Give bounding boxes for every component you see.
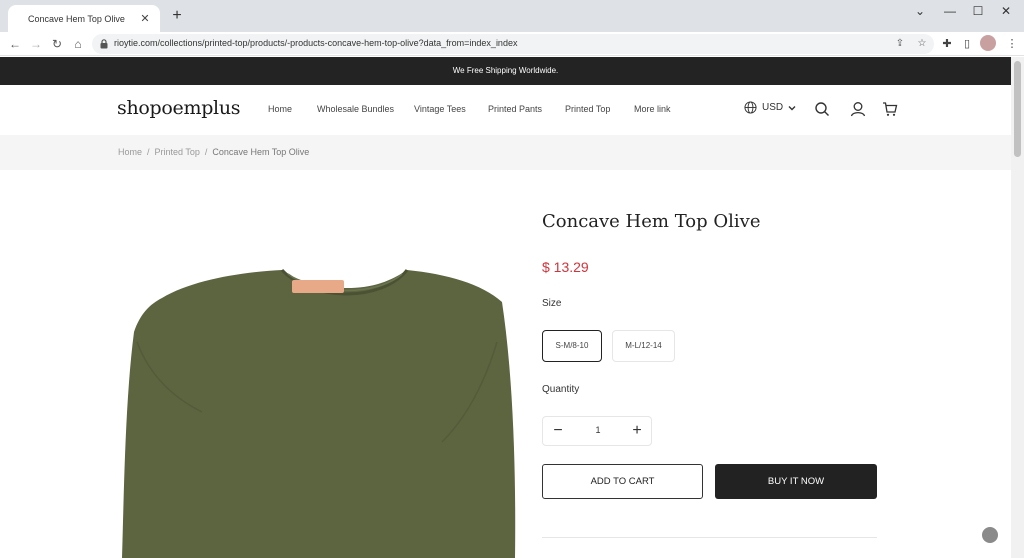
browser-tab[interactable]: Concave Hem Top Olive ✕ xyxy=(8,5,160,32)
address-bar[interactable]: rioytie.com/collections/printed-top/prod… xyxy=(92,34,934,54)
size-label: Size xyxy=(542,298,562,309)
product-title: Concave Hem Top Olive xyxy=(542,211,761,232)
product-price: $ 13.29 xyxy=(542,259,589,275)
breadcrumb-separator: / xyxy=(147,147,150,157)
currency-selector[interactable]: USD xyxy=(744,101,802,114)
close-window-button[interactable]: ✕ xyxy=(996,4,1016,18)
quantity-stepper: − 1 + xyxy=(542,416,652,446)
breadcrumb-current: Concave Hem Top Olive xyxy=(212,147,310,157)
share-icon[interactable]: ⇪ xyxy=(892,36,908,52)
cart-icon[interactable] xyxy=(882,101,898,117)
nav-printed-top[interactable]: Printed Top xyxy=(565,104,610,114)
quantity-decrease-button[interactable]: − xyxy=(543,417,573,445)
breadcrumb-home[interactable]: Home xyxy=(118,147,142,157)
home-icon[interactable]: ⌂ xyxy=(69,35,87,53)
scrollbar-thumb[interactable] xyxy=(1014,61,1021,157)
maximize-button[interactable]: ☐ xyxy=(968,4,988,18)
size-option-s-m[interactable]: S-M/8-10 xyxy=(542,330,602,362)
breadcrumb-printed-top[interactable]: Printed Top xyxy=(155,147,200,157)
browser-tab-bar: Concave Hem Top Olive ✕ + ⌄ — ☐ ✕ xyxy=(0,0,1024,32)
search-icon[interactable] xyxy=(814,101,830,117)
reload-icon[interactable]: ↻ xyxy=(48,35,66,53)
breadcrumb-separator: / xyxy=(204,147,208,157)
tab-close-icon[interactable]: ✕ xyxy=(138,12,152,25)
breadcrumb-bar: Home / Printed Top / Concave Hem Top Oli… xyxy=(0,135,1011,170)
product-image[interactable] xyxy=(122,262,517,558)
globe-icon xyxy=(744,101,757,114)
extensions-icon[interactable]: ✚ xyxy=(938,35,956,53)
lock-icon xyxy=(100,39,108,49)
quantity-input[interactable]: 1 xyxy=(583,425,613,435)
quantity-label: Quantity xyxy=(542,384,580,395)
url-text: rioytie.com/collections/printed-top/prod… xyxy=(114,38,518,48)
browser-menu-icon[interactable]: ⋮ xyxy=(1003,35,1021,53)
chevron-down-icon xyxy=(788,105,796,110)
back-icon[interactable]: ← xyxy=(6,35,24,53)
breadcrumb: Home / Printed Top / Concave Hem Top Oli… xyxy=(118,147,309,157)
nav-home[interactable]: Home xyxy=(268,104,292,114)
profile-avatar[interactable] xyxy=(980,35,996,51)
new-tab-button[interactable]: + xyxy=(168,7,186,25)
tab-search-icon[interactable]: ⌄ xyxy=(910,4,930,18)
account-icon[interactable] xyxy=(850,101,866,117)
minimize-button[interactable]: — xyxy=(940,4,960,18)
browser-toolbar: ← → ↻ ⌂ rioytie.com/collections/printed-… xyxy=(0,32,1024,56)
nav-more-link[interactable]: More link xyxy=(634,104,671,114)
page-scrollbar[interactable] xyxy=(1011,57,1024,558)
size-option-m-l[interactable]: M-L/12-14 xyxy=(612,330,675,362)
tab-title: Concave Hem Top Olive xyxy=(28,13,125,24)
nav-wholesale-bundles[interactable]: Wholesale Bundles xyxy=(317,104,394,114)
brand-tag xyxy=(292,280,344,293)
forward-icon[interactable]: → xyxy=(27,35,45,53)
site-logo[interactable]: shopoemplus xyxy=(117,97,241,119)
section-divider xyxy=(542,537,877,538)
floating-action-icon[interactable] xyxy=(982,527,998,543)
side-panel-icon[interactable]: ▯ xyxy=(958,35,976,53)
announcement-bar: We Free Shipping Worldwide. xyxy=(0,57,1011,85)
bookmark-star-icon[interactable]: ☆ xyxy=(914,36,930,52)
nav-printed-pants[interactable]: Printed Pants xyxy=(488,104,542,114)
nav-vintage-tees[interactable]: Vintage Tees xyxy=(414,104,466,114)
add-to-cart-button[interactable]: ADD TO CART xyxy=(542,464,703,499)
site-header: shopoemplus Home Wholesale Bundles Vinta… xyxy=(0,85,1011,135)
currency-label: USD xyxy=(762,102,784,113)
quantity-increase-button[interactable]: + xyxy=(622,417,652,445)
buy-now-button[interactable]: BUY IT NOW xyxy=(715,464,877,499)
